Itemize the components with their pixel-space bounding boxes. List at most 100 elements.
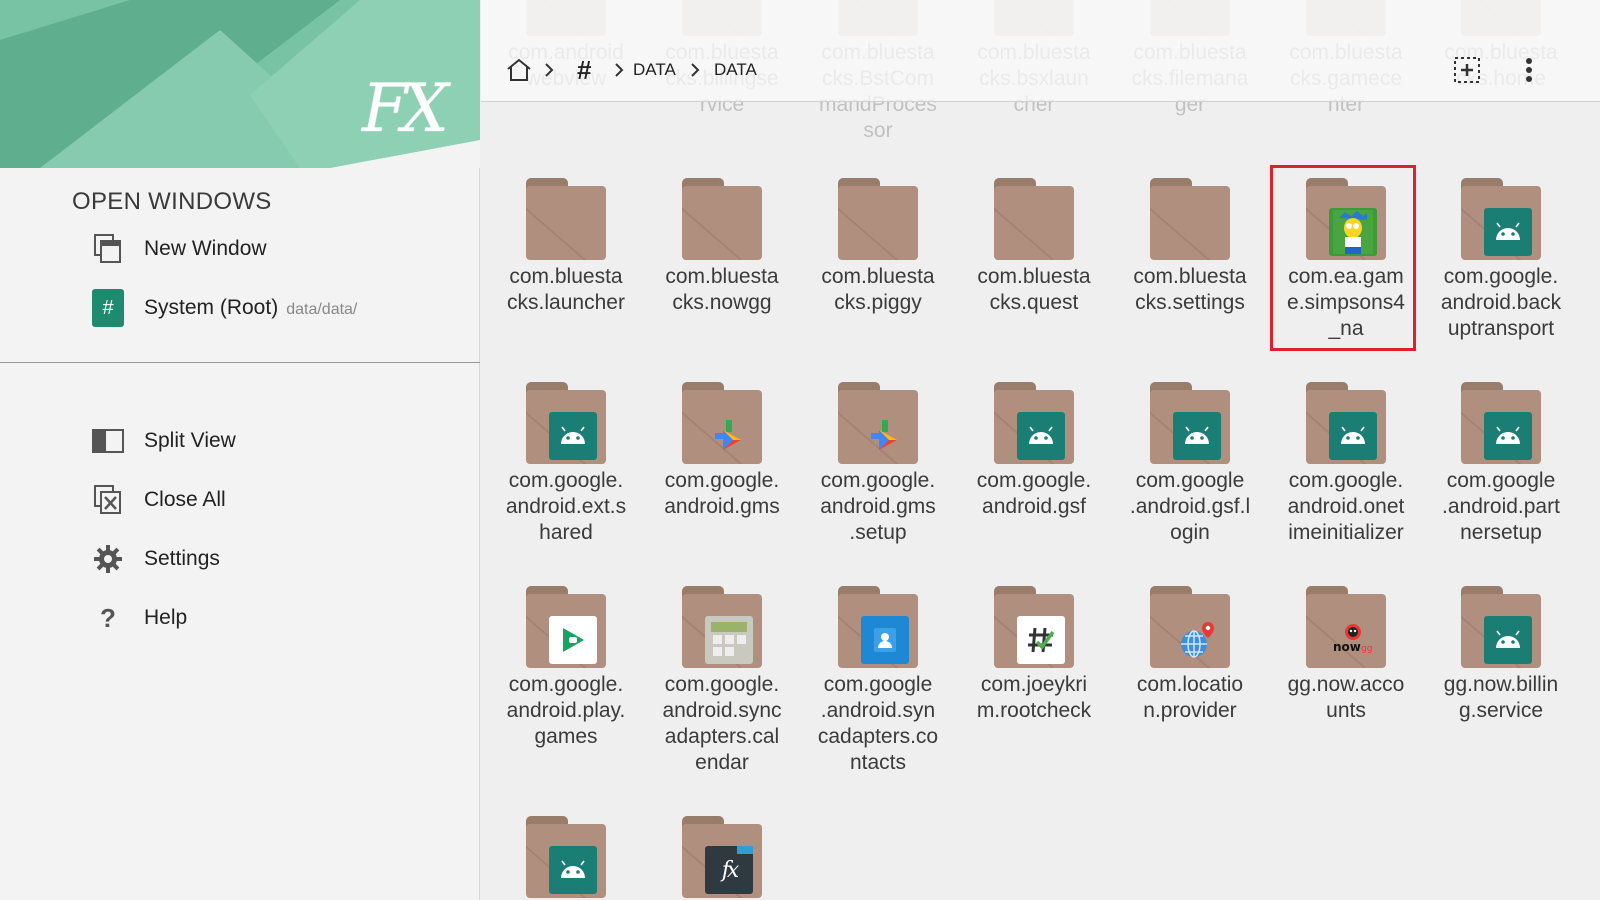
folder-name: com.google. android.gms .setup [820, 469, 936, 544]
chevron-right-icon [687, 60, 703, 80]
folder-icon [526, 382, 606, 464]
breadcrumb-root[interactable]: # [577, 55, 591, 85]
folder-item[interactable]: com.google. android.gms .setup [803, 382, 953, 546]
folder-icon [526, 816, 606, 898]
breadcrumb-data-2[interactable]: DATA [714, 56, 757, 84]
folder-item[interactable]: com.google .android.gsf.l ogin [1115, 382, 1265, 546]
folder-item[interactable]: fx [647, 816, 797, 900]
open-windows-title: OPEN WINDOWS [72, 188, 272, 215]
folder-name: gg.now.acco unts [1287, 673, 1405, 722]
android-icon [1484, 412, 1532, 460]
folder-name: com.google. android.play. games [506, 673, 626, 748]
more-options-icon[interactable] [1521, 54, 1537, 86]
android-icon [1017, 412, 1065, 460]
folder-item[interactable]: gg.now.billin g.service [1426, 586, 1576, 724]
folder-icon [682, 382, 762, 464]
folder-icon [994, 178, 1074, 260]
close-all-icon [92, 484, 124, 516]
folder-icon [682, 178, 762, 260]
root-window-item[interactable]: # System (Root) data/data/ [92, 286, 357, 330]
android-icon [1329, 412, 1377, 460]
folder-item[interactable]: com.locatio n.provider [1115, 586, 1265, 724]
folder-name: com.bluesta cks.settings [1133, 265, 1247, 314]
folder-item[interactable]: com.google. android.back uptransport [1426, 178, 1576, 342]
folder-name: com.google. android.sync adapters.cal endar [662, 673, 782, 774]
help-button[interactable]: ? Help [92, 596, 187, 640]
folder-name: com.google. android.ext.s hared [505, 469, 627, 544]
play-services-icon [861, 412, 909, 460]
folder-name: com.bluesta cks.piggy [821, 265, 935, 314]
folder-item[interactable]: com.google .android.syn cadapters.co ntacts [803, 586, 953, 776]
hash-icon: # [92, 289, 124, 327]
folder-name: com.google. android.onet imeinitializer [1287, 469, 1405, 544]
settings-button[interactable]: Settings [92, 537, 220, 581]
calendar-icon [705, 616, 753, 664]
select-all-icon[interactable] [1451, 54, 1483, 86]
play-services-icon [705, 412, 753, 460]
folder-item[interactable]: com.google. android.onet imeinitializer [1271, 382, 1421, 546]
folder-item[interactable]: com.google. android.gms [647, 382, 797, 520]
folder-icon [994, 586, 1074, 668]
chevron-right-icon [611, 60, 627, 80]
folder-icon: fx [682, 816, 762, 898]
folder-icon [1306, 178, 1386, 260]
new-window-icon [92, 233, 124, 265]
folder-item[interactable]: com.ea.gam e.simpsons4 _na [1271, 178, 1421, 342]
help-label: Help [144, 606, 188, 629]
toolbar: # DATA DATA [481, 0, 1600, 102]
folder-icon [1150, 382, 1230, 464]
folder-item[interactable]: com.bluesta cks.settings [1115, 178, 1265, 316]
new-window-button[interactable]: New Window [92, 227, 267, 271]
root-window-path: data/data/ [286, 300, 358, 318]
folder-icon [1150, 178, 1230, 260]
split-view-button[interactable]: Split View [92, 419, 236, 463]
play-games-icon [549, 616, 597, 664]
folder-icon [838, 586, 918, 668]
folder-name: com.google. android.gsf [976, 469, 1092, 518]
folder-icon [1150, 586, 1230, 668]
nowgg-icon: now gg [1329, 616, 1377, 664]
folder-item[interactable]: com.google .android.part nersetup [1426, 382, 1576, 546]
folder-name: com.bluesta cks.quest [977, 265, 1091, 314]
folder-name: com.locatio n.provider [1136, 673, 1244, 722]
folder-name: com.joeykri m.rootcheck [976, 673, 1092, 722]
android-icon [549, 412, 597, 460]
globe-location-icon [1173, 616, 1221, 664]
folder-item[interactable] [491, 816, 641, 900]
folder-item[interactable]: com.google. android.play. games [491, 586, 641, 750]
folder-icon: now gg [1306, 586, 1386, 668]
folder-item[interactable]: com.google. android.ext.s hared [491, 382, 641, 546]
sidebar: FX OPEN WINDOWS New Window # System (Roo… [0, 0, 480, 900]
folder-item[interactable]: com.google. android.sync adapters.cal endar [647, 586, 797, 776]
folder-name: com.ea.gam e.simpsons4 _na [1287, 265, 1405, 340]
settings-label: Settings [144, 547, 220, 570]
folder-item[interactable]: com.joeykri m.rootcheck [959, 586, 1109, 724]
home-icon[interactable] [505, 56, 533, 84]
folder-icon [682, 586, 762, 668]
folder-name: com.bluesta cks.nowgg [665, 265, 779, 314]
sidebar-divider [0, 362, 480, 363]
folder-item[interactable]: com.bluesta cks.quest [959, 178, 1109, 316]
folder-icon [526, 586, 606, 668]
close-all-button[interactable]: Close All [92, 478, 226, 522]
file-browser: # DATA DATA com.androidwebviewcom.bluest… [481, 0, 1600, 900]
folder-item[interactable]: now gg gg.now.acco unts [1271, 586, 1421, 724]
folder-icon [1461, 382, 1541, 464]
app-banner: FX [0, 0, 480, 168]
folder-icon [838, 382, 918, 464]
rootcheck-icon [1017, 616, 1065, 664]
breadcrumb-data-1[interactable]: DATA [633, 56, 676, 84]
android-icon [1484, 208, 1532, 256]
folder-item[interactable]: com.bluesta cks.launcher [491, 178, 641, 316]
folder-icon [526, 178, 606, 260]
contacts-icon [861, 616, 909, 664]
android-icon [1484, 616, 1532, 664]
folder-icon [1461, 178, 1541, 260]
folder-item[interactable]: com.google. android.gsf [959, 382, 1109, 520]
fx-logo: FX [362, 70, 449, 147]
folder-name: com.google .android.gsf.l ogin [1129, 469, 1251, 544]
simpsons-app-icon [1329, 208, 1377, 256]
folder-item[interactable]: com.bluesta cks.piggy [803, 178, 953, 316]
fx-app-icon: fx [705, 846, 753, 894]
folder-item[interactable]: com.bluesta cks.nowgg [647, 178, 797, 316]
